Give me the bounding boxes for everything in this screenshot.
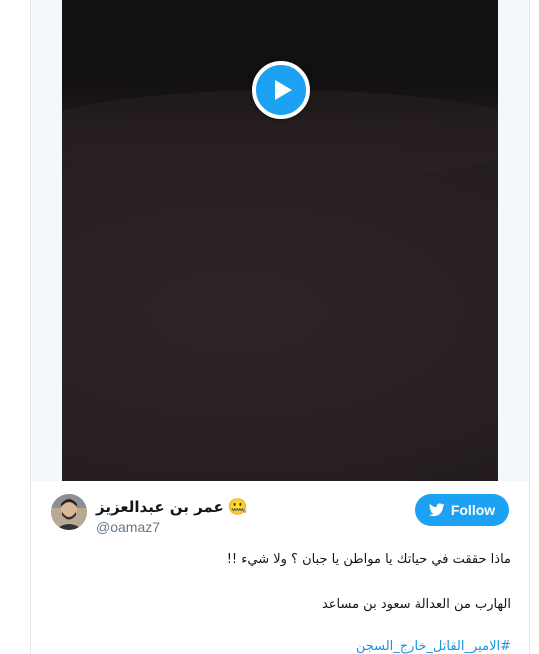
tweet-header: عمر بن عبدالعزيز 🤐 @oamaz7 Follow [31,481,529,541]
tweet-text-line: الهارب من العدالة سعود بن مساعد [321,597,511,612]
video-thumbnail[interactable] [62,0,498,481]
author-handle[interactable]: @oamaz7 [96,519,160,535]
play-icon [275,80,292,100]
tweet-embed: عمر بن عبدالعزيز 🤐 @oamaz7 Follow ماذا ح… [30,0,530,654]
twitter-bird-icon [428,503,445,517]
follow-button[interactable]: Follow [415,494,509,526]
media-container [31,0,529,481]
follow-label: Follow [450,502,496,518]
author-display-name[interactable]: عمر بن عبدالعزيز [96,498,224,516]
hashtag-link[interactable]: #الامير_القاتل_خارج_السجن [356,639,511,654]
tweet-text-line: ماذا حققت في حياتك يا مواطن يا جبان ؟ ول… [226,552,511,567]
avatar[interactable] [51,494,87,530]
author-name-row: عمر بن عبدالعزيز 🤐 [96,497,248,516]
zipper-mouth-emoji-icon: 🤐 [227,497,248,516]
avatar-image [51,494,87,530]
play-button[interactable] [252,61,310,119]
